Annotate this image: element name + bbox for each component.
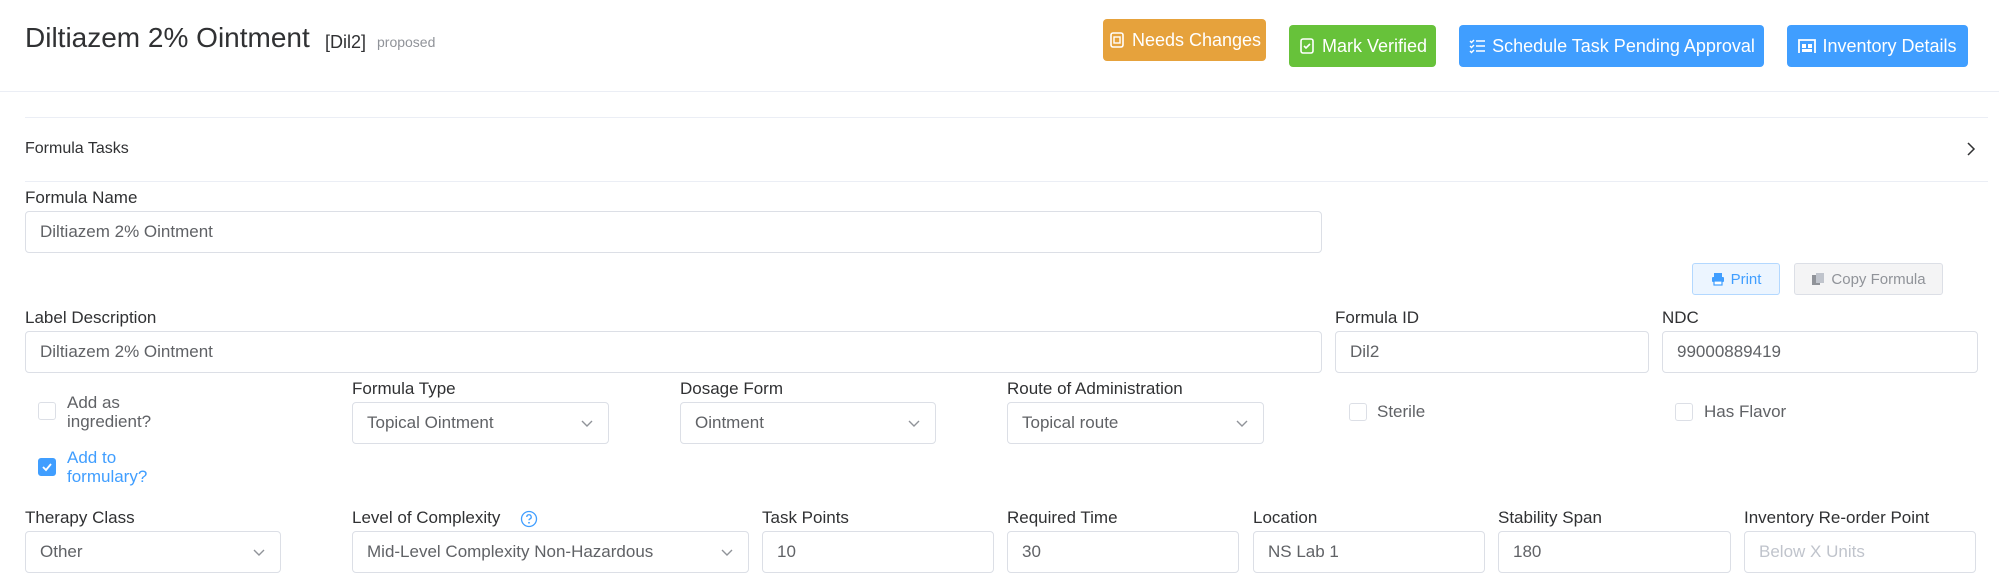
page-title: Diltiazem 2% Ointment bbox=[25, 22, 310, 53]
chevron-down-icon bbox=[253, 549, 265, 556]
formula-name-label: Formula Name bbox=[25, 188, 138, 207]
route-value: Topical route bbox=[1022, 413, 1119, 432]
sterile-label: Sterile bbox=[1377, 402, 1426, 421]
formula-type-value: Topical Ointment bbox=[367, 413, 494, 432]
reorder-point-input[interactable]: Below X Units bbox=[1744, 531, 1976, 573]
location-label: Location bbox=[1253, 508, 1318, 527]
formula-type-label: Formula Type bbox=[352, 379, 456, 398]
complexity-select[interactable]: Mid-Level Complexity Non-Hazardous bbox=[352, 531, 749, 573]
print-button[interactable]: Print bbox=[1692, 263, 1780, 295]
formula-type-select[interactable]: Topical Ointment bbox=[352, 402, 609, 444]
schedule-task-label: Schedule Task Pending Approval bbox=[1492, 35, 1755, 56]
needs-changes-button[interactable]: Needs Changes bbox=[1103, 19, 1266, 61]
copy-formula-button[interactable]: Copy Formula bbox=[1794, 263, 1943, 295]
required-time-input[interactable]: 30 bbox=[1007, 531, 1239, 573]
label-description-input[interactable]: Diltiazem 2% Ointment bbox=[25, 331, 1322, 373]
therapy-class-select[interactable]: Other bbox=[25, 531, 281, 573]
status-badge: proposed bbox=[377, 34, 436, 50]
chevron-down-icon bbox=[908, 420, 920, 427]
task-points-label: Task Points bbox=[762, 508, 849, 527]
chevron-down-icon bbox=[1236, 420, 1248, 427]
edit-doc-icon bbox=[1110, 32, 1124, 48]
formula-code: [Dil2] bbox=[325, 32, 367, 52]
sterile-checkbox[interactable] bbox=[1349, 403, 1367, 421]
complexity-value: Mid-Level Complexity Non-Hazardous bbox=[367, 542, 654, 561]
formula-id-label: Formula ID bbox=[1335, 308, 1420, 327]
reorder-point-label: Inventory Re-order Point bbox=[1744, 508, 1930, 527]
add-as-ingredient-checkbox[interactable] bbox=[38, 402, 56, 420]
dosage-form-value: Ointment bbox=[695, 413, 764, 432]
collapse-top-border bbox=[25, 117, 1988, 118]
verified-doc-icon bbox=[1300, 38, 1314, 54]
location-input[interactable]: NS Lab 1 bbox=[1253, 531, 1485, 573]
schedule-task-button[interactable]: Schedule Task Pending Approval bbox=[1459, 25, 1764, 67]
mark-verified-label: Mark Verified bbox=[1321, 35, 1428, 56]
stability-span-label: Stability Span bbox=[1498, 508, 1602, 527]
checkmark-icon bbox=[42, 463, 52, 472]
formula-tasks-collapse[interactable]: Formula Tasks bbox=[25, 140, 129, 158]
label-description-label: Label Description bbox=[25, 308, 157, 327]
formula-id-input[interactable]: Dil2 bbox=[1335, 331, 1649, 373]
inventory-details-label: Inventory Details bbox=[1822, 35, 1957, 56]
add-as-ingredient-label: Add as ingredient? bbox=[67, 393, 151, 431]
add-as-ingredient-line1: Add as bbox=[67, 393, 120, 412]
ndc-label: NDC bbox=[1662, 308, 1699, 327]
route-label: Route of Administration bbox=[1007, 379, 1183, 398]
add-to-formulary-label: Add to formulary? bbox=[67, 448, 147, 486]
complexity-label: Level of Complexity bbox=[352, 508, 501, 527]
warehouse-icon bbox=[1798, 39, 1817, 53]
copy-icon bbox=[1812, 273, 1825, 285]
add-to-formulary-checkbox[interactable] bbox=[38, 458, 56, 476]
chevron-down-icon bbox=[581, 420, 593, 427]
mark-verified-button[interactable]: Mark Verified bbox=[1289, 25, 1436, 67]
route-select[interactable]: Topical route bbox=[1007, 402, 1264, 444]
therapy-class-value: Other bbox=[40, 542, 83, 561]
therapy-class-label: Therapy Class bbox=[25, 508, 135, 527]
ndc-input[interactable]: 99000889419 bbox=[1662, 331, 1978, 373]
header-divider bbox=[0, 91, 1999, 92]
has-flavor-checkbox[interactable] bbox=[1675, 403, 1693, 421]
required-time-label: Required Time bbox=[1007, 508, 1118, 527]
collapse-bottom-border bbox=[25, 181, 1988, 182]
chevron-down-icon bbox=[721, 549, 733, 556]
inventory-details-button[interactable]: Inventory Details bbox=[1787, 25, 1968, 67]
help-icon[interactable] bbox=[520, 510, 538, 528]
add-to-formulary-line2: formulary? bbox=[67, 467, 148, 486]
dosage-form-select[interactable]: Ointment bbox=[680, 402, 936, 444]
has-flavor-label: Has Flavor bbox=[1704, 402, 1787, 421]
chevron-right-icon[interactable] bbox=[1964, 140, 1978, 158]
task-list-icon bbox=[1469, 39, 1486, 54]
add-as-ingredient-line2: ingredient? bbox=[67, 412, 152, 431]
dosage-form-label: Dosage Form bbox=[680, 379, 783, 398]
stability-span-input[interactable]: 180 bbox=[1498, 531, 1731, 573]
formula-name-input[interactable]: Diltiazem 2% Ointment bbox=[25, 211, 1322, 253]
needs-changes-label: Needs Changes bbox=[1131, 29, 1262, 50]
task-points-input[interactable]: 10 bbox=[762, 531, 994, 573]
add-to-formulary-line1: Add to bbox=[67, 448, 117, 467]
print-label: Print bbox=[1730, 270, 1762, 288]
copy-formula-label: Copy Formula bbox=[1831, 270, 1926, 288]
printer-icon bbox=[1711, 273, 1724, 286]
